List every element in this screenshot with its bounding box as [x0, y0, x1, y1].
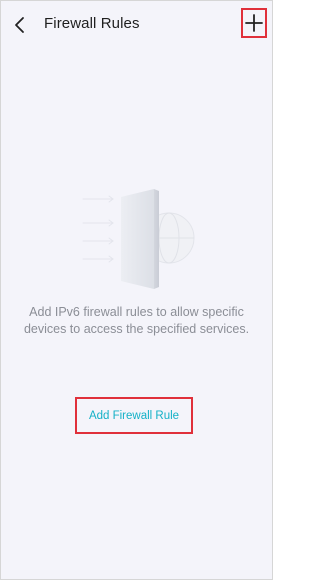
wall-icon: [121, 189, 159, 289]
firewall-rules-screen: Firewall Rules Add IPv6 firewall rules t…: [0, 0, 273, 580]
top-bar: Firewall Rules: [1, 1, 272, 49]
firewall-globe-illustration: [79, 189, 199, 289]
arrows-icon: [82, 195, 114, 263]
empty-state-description: Add IPv6 firewall rules to allow specifi…: [23, 305, 250, 336]
chevron-left-icon: [15, 17, 24, 33]
plus-icon: [245, 14, 263, 32]
back-button[interactable]: [7, 11, 33, 39]
add-firewall-rule-label: Add Firewall Rule: [88, 409, 180, 422]
add-firewall-rule-button[interactable]: Add Firewall Rule: [75, 397, 193, 434]
page-title: Firewall Rules: [44, 15, 140, 32]
add-rule-button[interactable]: [241, 8, 267, 38]
